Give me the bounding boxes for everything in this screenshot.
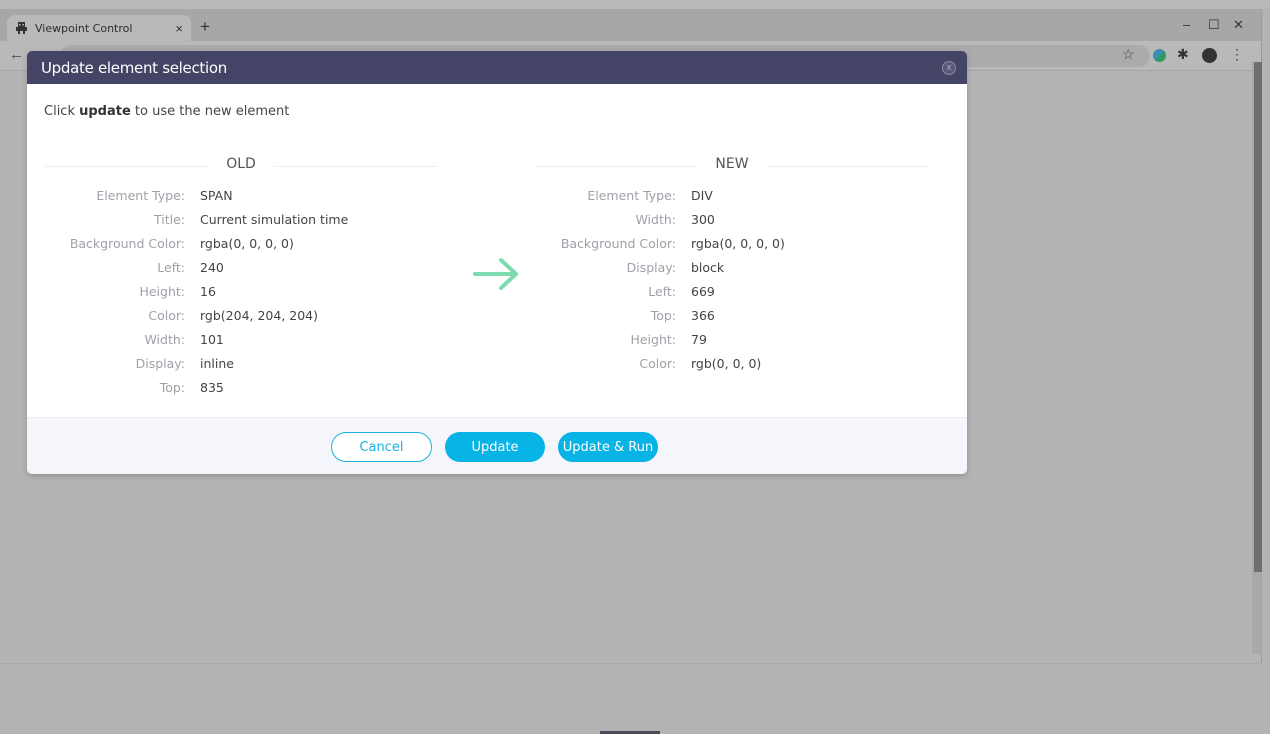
dialog-footer: Cancel Update Update & Run — [27, 417, 967, 474]
instruction-suffix: to use the new element — [130, 104, 290, 119]
property-value: 16 — [200, 283, 216, 299]
profile-avatar-icon[interactable] — [1202, 48, 1217, 63]
maximize-button[interactable]: ☐ — [1208, 17, 1220, 33]
arrow-right-icon — [473, 258, 518, 290]
property-value: 240 — [200, 259, 224, 275]
close-icon[interactable]: x — [942, 61, 956, 75]
property-row: Left: 240 — [45, 255, 437, 279]
property-label: Background Color: — [69, 235, 185, 251]
property-value: SPAN — [200, 187, 233, 203]
close-window-button[interactable]: ✕ — [1233, 17, 1244, 33]
property-value: DIV — [691, 187, 713, 203]
property-label: Height: — [139, 283, 185, 299]
desktop-top-bar — [0, 0, 1270, 9]
property-row: Display: inline — [45, 351, 437, 375]
tab-title: Viewpoint Control — [35, 21, 133, 35]
property-value: 366 — [691, 307, 715, 323]
property-label: Height: — [630, 331, 676, 347]
property-row: Top: 366 — [536, 303, 928, 327]
old-heading: OLD — [45, 155, 437, 177]
new-heading: NEW — [536, 155, 928, 177]
update-and-run-button[interactable]: Update & Run — [558, 432, 658, 462]
property-label: Width: — [144, 331, 185, 347]
property-value: rgb(0, 0, 0) — [691, 355, 762, 371]
property-label: Element Type: — [587, 187, 676, 203]
robot-icon — [16, 22, 27, 34]
property-row: Background Color: rgba(0, 0, 0, 0) — [536, 231, 928, 255]
property-value: rgba(0, 0, 0, 0) — [200, 235, 294, 251]
extension-icon[interactable] — [1153, 49, 1166, 62]
property-row: Display: block — [536, 255, 928, 279]
property-value: 101 — [200, 331, 224, 347]
new-element-panel: NEW Element Type: DIV Width: 300 Background … — [536, 155, 928, 375]
property-label: Display: — [626, 259, 676, 275]
property-label: Color: — [148, 307, 185, 323]
property-row: Color: rgb(0, 0, 0) — [536, 351, 928, 375]
property-value: Current simulation time — [200, 211, 349, 227]
property-value: inline — [200, 355, 234, 371]
new-tab-button[interactable]: + — [200, 17, 210, 37]
property-value: 300 — [691, 211, 715, 227]
new-properties: Element Type: DIV Width: 300 Background Colo… — [536, 183, 928, 375]
bookmark-star-icon[interactable]: ☆ — [1122, 46, 1135, 63]
property-label: Left: — [157, 259, 185, 275]
property-row: Background Color: rgba(0, 0, 0, 0) — [45, 231, 437, 255]
property-value: rgb(204, 204, 204) — [200, 307, 319, 323]
page-scrollbar-thumb[interactable] — [1254, 62, 1262, 572]
old-properties: Element Type: SPAN Title: Current simulatio… — [45, 183, 437, 399]
property-value: block — [691, 259, 725, 275]
property-value: 669 — [691, 283, 715, 299]
property-row: Height: 16 — [45, 279, 437, 303]
tab-close-icon[interactable]: × — [175, 21, 183, 36]
property-row: Element Type: DIV — [536, 183, 928, 207]
page-bottom-area — [0, 663, 1262, 733]
dialog-header: Update element selection x — [27, 51, 967, 84]
property-value: rgba(0, 0, 0, 0) — [691, 235, 785, 251]
property-row: Width: 300 — [536, 207, 928, 231]
property-label: Background Color: — [560, 235, 676, 251]
property-label: Color: — [639, 355, 676, 371]
property-row: Color: rgb(204, 204, 204) — [45, 303, 437, 327]
property-label: Left: — [648, 283, 676, 299]
property-label: Top: — [650, 307, 676, 323]
property-label: Element Type: — [96, 187, 185, 203]
property-value: 835 — [200, 379, 224, 395]
minimize-button[interactable]: – — [1183, 17, 1190, 32]
property-value: 79 — [691, 331, 707, 347]
property-label: Title: — [154, 211, 185, 227]
property-label: Top: — [159, 379, 185, 395]
browser-tab[interactable]: Viewpoint Control × — [7, 15, 191, 41]
new-heading-text: NEW — [697, 156, 767, 172]
property-row: Width: 101 — [45, 327, 437, 351]
back-arrow-icon[interactable]: ← — [9, 46, 24, 63]
instruction-text: Click update to use the new element — [44, 104, 289, 119]
update-element-dialog: Update element selection x Click update … — [27, 51, 967, 474]
property-row: Title: Current simulation time — [45, 207, 437, 231]
property-row: Left: 669 — [536, 279, 928, 303]
instruction-prefix: Click — [44, 104, 80, 119]
property-row: Top: 835 — [45, 375, 437, 399]
tab-strip: Viewpoint Control × + – ☐ ✕ — [0, 9, 1261, 41]
old-heading-text: OLD — [208, 156, 274, 172]
browser-menu-icon[interactable]: ⋮ — [1230, 46, 1244, 63]
puzzle-extensions-icon[interactable]: ✱ — [1177, 46, 1189, 63]
old-element-panel: OLD Element Type: SPAN Title: Current simul… — [45, 155, 437, 399]
property-row: Height: 79 — [536, 327, 928, 351]
property-row: Element Type: SPAN — [45, 183, 437, 207]
property-label: Width: — [635, 211, 676, 227]
update-button[interactable]: Update — [445, 432, 545, 462]
dialog-title: Update element selection — [41, 58, 227, 77]
cancel-button[interactable]: Cancel — [331, 432, 432, 462]
instruction-bold: update — [79, 104, 131, 119]
property-label: Display: — [135, 355, 185, 371]
